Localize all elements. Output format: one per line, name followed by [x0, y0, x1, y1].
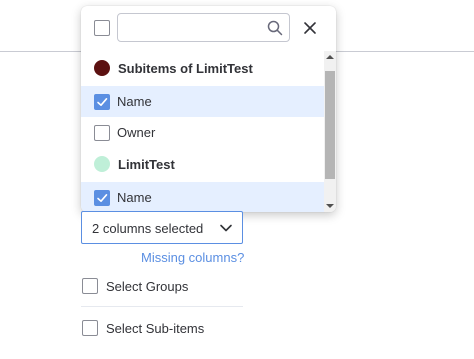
- canvas: Subitems of LimitTest Name Owner LimitTe…: [0, 0, 474, 359]
- search-input[interactable]: [124, 18, 266, 39]
- list-item-owner[interactable]: Owner: [81, 117, 324, 148]
- column-list: Subitems of LimitTest Name Owner LimitTe…: [81, 51, 324, 212]
- checkbox-checked[interactable]: [94, 94, 110, 110]
- checkmark-icon: [97, 193, 108, 202]
- scrollbar[interactable]: [324, 51, 336, 212]
- checkbox-unchecked[interactable]: [94, 125, 110, 141]
- chevron-down-icon: [220, 224, 232, 232]
- checkbox-checked[interactable]: [94, 190, 110, 206]
- list-item-label: Owner: [117, 125, 156, 140]
- select-groups-checkbox[interactable]: [82, 278, 98, 294]
- select-groups-option[interactable]: Select Groups: [81, 277, 251, 297]
- group-header-subitems: Subitems of LimitTest: [81, 53, 324, 84]
- group-color-dot: [94, 156, 110, 172]
- group-label: LimitTest: [118, 157, 175, 172]
- select-subitems-checkbox[interactable]: [82, 320, 98, 336]
- search-icon[interactable]: [267, 20, 283, 36]
- close-icon[interactable]: [302, 20, 318, 36]
- column-picker-dropdown: Subitems of LimitTest Name Owner LimitTe…: [81, 6, 336, 212]
- select-all-checkbox[interactable]: [94, 20, 110, 36]
- checkmark-icon: [97, 97, 108, 106]
- divider: [81, 306, 243, 307]
- select-subitems-label: Select Sub-items: [106, 321, 205, 336]
- select-subitems-option[interactable]: Select Sub-items: [81, 319, 251, 339]
- list-item-label: Name: [117, 94, 152, 109]
- group-label: Subitems of LimitTest: [118, 61, 253, 76]
- search-row: [81, 6, 336, 51]
- group-header-limittest: LimitTest: [81, 149, 324, 180]
- list-item-name-subitems[interactable]: Name: [81, 86, 324, 117]
- list-item-name-limittest[interactable]: Name: [81, 182, 324, 212]
- columns-select-value: 2 columns selected: [92, 221, 204, 236]
- select-groups-label: Select Groups: [106, 279, 189, 294]
- scrollbar-thumb[interactable]: [325, 71, 335, 179]
- missing-columns-link[interactable]: Missing columns?: [141, 249, 244, 266]
- group-color-dot: [94, 60, 110, 76]
- scroll-down-arrow-icon[interactable]: [326, 204, 334, 208]
- list-item-label: Name: [117, 190, 152, 205]
- columns-select[interactable]: 2 columns selected: [81, 211, 243, 244]
- search-box[interactable]: [117, 13, 290, 42]
- scroll-up-arrow-icon[interactable]: [326, 55, 334, 59]
